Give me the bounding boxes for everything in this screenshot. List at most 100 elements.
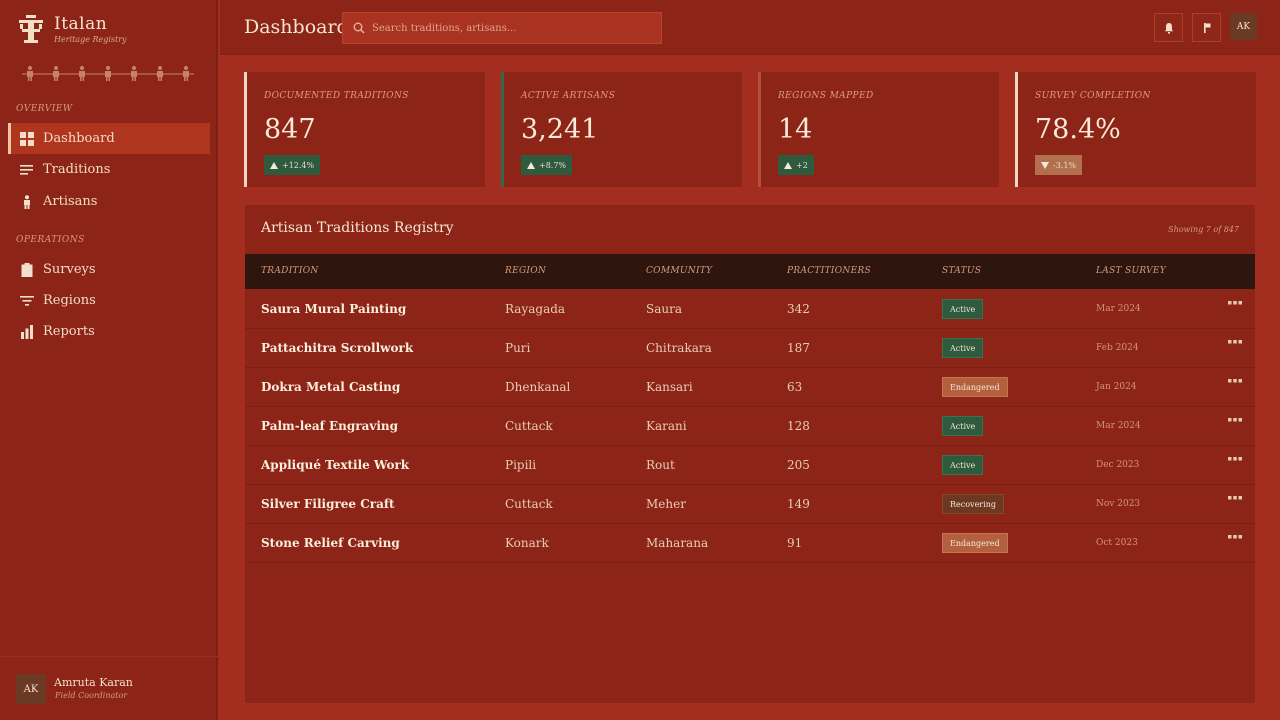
- cell-tradition[interactable]: Saura Mural Painting: [261, 302, 406, 316]
- cell-practitioners: 63: [787, 380, 803, 394]
- search-icon: [353, 22, 365, 34]
- arrow-up-icon: [784, 161, 792, 169]
- avatar: AK: [16, 674, 46, 704]
- table-row[interactable]: Appliqué Textile Work Pipili Rout 205 Active…: [245, 446, 1255, 485]
- cell-last-survey: Nov 2023: [1096, 499, 1141, 509]
- kpi-card-survey-completion: Survey Completion 78.4% -3.1%: [1015, 72, 1256, 187]
- more-options-icon[interactable]: [1228, 495, 1242, 501]
- sidebar-item-artisans[interactable]: Artisans: [8, 186, 210, 217]
- cell-community: Chitrakara: [646, 341, 712, 355]
- cell-region: Puri: [505, 341, 531, 355]
- status-badge: Endangered: [942, 377, 1008, 397]
- table-row[interactable]: Dokra Metal Casting Dhenkanal Kansari 63 End…: [245, 368, 1255, 407]
- column-header-community[interactable]: Community: [646, 266, 712, 276]
- bell-icon: [1164, 22, 1173, 34]
- cell-tradition[interactable]: Pattachitra Scrollwork: [261, 341, 413, 355]
- cell-practitioners: 187: [787, 341, 810, 355]
- column-header-region[interactable]: Region: [505, 266, 546, 276]
- nav-section-operations: Operations: [16, 235, 85, 245]
- kpi-value: 847: [264, 114, 316, 145]
- sidebar-item-label: Artisans: [43, 194, 98, 209]
- status-badge: Active: [942, 455, 984, 475]
- top-header: Dashboard AK: [220, 0, 1280, 55]
- status-badge: Recovering: [942, 494, 1004, 514]
- kpi-card-documented-traditions: Documented Traditions 847 +12.4%: [244, 72, 485, 187]
- sidebar-item-reports[interactable]: Reports: [8, 316, 210, 347]
- sidebar-item-traditions[interactable]: Traditions: [8, 154, 210, 185]
- panel-count: Showing 7 of 847: [1168, 225, 1239, 234]
- column-header-practitioners[interactable]: Practitioners: [787, 266, 871, 276]
- brand-name: Italan: [54, 14, 108, 34]
- more-options-icon[interactable]: [1228, 534, 1242, 540]
- kpi-label: Survey Completion: [1035, 91, 1151, 101]
- cell-community: Karani: [646, 419, 687, 433]
- kpi-change: +12.4%: [282, 160, 315, 170]
- person-icon: [24, 194, 30, 209]
- cell-tradition[interactable]: Silver Filigree Craft: [261, 497, 395, 511]
- sidebar-item-regions[interactable]: Regions: [8, 285, 210, 316]
- status-badge: Endangered: [942, 533, 1008, 553]
- column-header-last-survey[interactable]: Last Survey: [1096, 266, 1166, 276]
- kpi-change-badge: +2: [778, 155, 814, 175]
- column-header-status[interactable]: Status: [942, 266, 981, 276]
- flag-button[interactable]: [1192, 13, 1221, 42]
- grid-icon: [20, 131, 34, 146]
- kpi-change: -3.1%: [1053, 160, 1077, 170]
- cell-region: Pipili: [505, 458, 537, 472]
- list-icon: [20, 164, 33, 175]
- notifications-button[interactable]: [1154, 13, 1183, 42]
- more-options-icon[interactable]: [1228, 378, 1242, 384]
- cell-community: Maharana: [646, 536, 709, 550]
- cell-tradition[interactable]: Palm-leaf Engraving: [261, 419, 398, 433]
- more-options-icon[interactable]: [1228, 417, 1242, 423]
- sidebar-item-label: Regions: [43, 293, 96, 308]
- cell-region: Cuttack: [505, 497, 553, 511]
- more-options-icon[interactable]: [1228, 339, 1242, 345]
- search-box[interactable]: [342, 12, 662, 44]
- page-title: Dashboard: [244, 16, 349, 38]
- column-header-tradition[interactable]: Tradition: [261, 266, 319, 276]
- table-row[interactable]: Saura Mural Painting Rayagada Saura 342 Acti…: [245, 290, 1255, 329]
- header-avatar[interactable]: AK: [1230, 13, 1257, 40]
- user-profile[interactable]: AK Amruta Karan Field Coordinator: [0, 656, 218, 720]
- kpi-change-badge: +12.4%: [264, 155, 321, 175]
- user-name: Amruta Karan: [54, 676, 133, 689]
- table-row[interactable]: Palm-leaf Engraving Cuttack Karani 128 Activ…: [245, 407, 1255, 446]
- kpi-card-active-artisans: Active Artisans 3,241 +8.7%: [501, 72, 742, 187]
- user-role: Field Coordinator: [55, 691, 128, 700]
- more-options-icon[interactable]: [1228, 456, 1242, 462]
- cell-tradition[interactable]: Stone Relief Carving: [261, 536, 400, 550]
- kpi-value: 3,241: [521, 114, 599, 145]
- sidebar: Italan Heritage Registry Overview Dashbo…: [0, 0, 218, 720]
- sidebar-item-surveys[interactable]: Surveys: [8, 254, 210, 285]
- sidebar-item-label: Dashboard: [43, 131, 115, 146]
- kpi-value: 78.4%: [1035, 114, 1121, 145]
- table-row[interactable]: Stone Relief Carving Konark Maharana 91 Enda…: [245, 524, 1255, 563]
- more-options-icon[interactable]: [1228, 300, 1242, 306]
- cell-practitioners: 91: [787, 536, 803, 550]
- cell-community: Saura: [646, 302, 682, 316]
- cell-practitioners: 205: [787, 458, 810, 472]
- panel-title: Artisan Traditions Registry: [261, 220, 454, 236]
- table-row[interactable]: Pattachitra Scrollwork Puri Chitrakara 187 A…: [245, 329, 1255, 368]
- nav-section-overview: Overview: [16, 104, 73, 114]
- kpi-label: Documented Traditions: [264, 91, 409, 101]
- cell-tradition[interactable]: Appliqué Textile Work: [261, 458, 409, 472]
- brand-subtitle: Heritage Registry: [54, 35, 127, 44]
- kpi-label: Regions Mapped: [778, 91, 874, 101]
- cell-region: Konark: [505, 536, 549, 550]
- cell-region: Cuttack: [505, 419, 553, 433]
- status-badge: Active: [942, 338, 984, 358]
- decorative-figures-icon: [22, 66, 194, 81]
- cell-tradition[interactable]: Dokra Metal Casting: [261, 380, 400, 394]
- table-header: Tradition Region Community Practitioners…: [245, 254, 1255, 289]
- flag-icon: [1203, 22, 1210, 33]
- brand[interactable]: Italan Heritage Registry: [16, 14, 127, 50]
- cell-practitioners: 149: [787, 497, 810, 511]
- arrow-up-icon: [270, 161, 278, 169]
- sidebar-item-dashboard[interactable]: Dashboard: [8, 123, 210, 154]
- table-row[interactable]: Silver Filigree Craft Cuttack Meher 149 Reco…: [245, 485, 1255, 524]
- kpi-change: +8.7%: [539, 160, 567, 170]
- status-badge: Active: [942, 299, 984, 319]
- search-input[interactable]: [372, 22, 652, 34]
